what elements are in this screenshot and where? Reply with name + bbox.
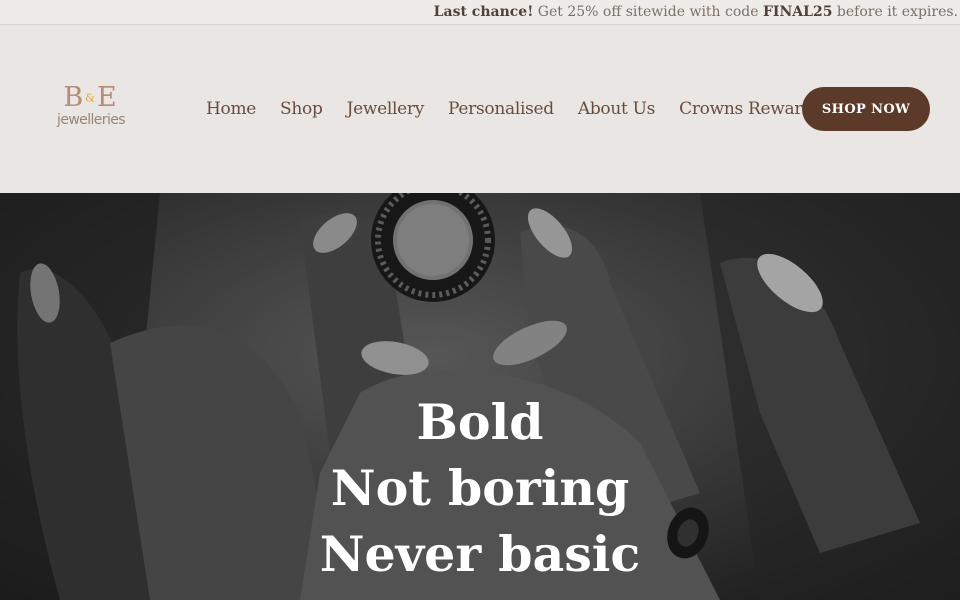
nav-about-us[interactable]: About Us bbox=[578, 95, 656, 125]
logo-letter-b: B bbox=[63, 82, 86, 113]
announcement-bar: Last chance! Get 25% off sitewide with c… bbox=[0, 0, 960, 25]
announcement-text: Get 25% off sitewide with code bbox=[533, 4, 763, 20]
logo-letter-e: E bbox=[96, 82, 119, 113]
nav-crowns-rewards[interactable]: Crowns Rewards bbox=[679, 95, 821, 125]
announcement-text-end: before it expires. bbox=[832, 4, 958, 20]
shop-now-button[interactable]: SHOP NOW bbox=[802, 87, 930, 131]
nav-home[interactable]: Home bbox=[206, 95, 256, 125]
announcement-lead: Last chance! bbox=[433, 4, 534, 20]
brand-logo[interactable]: B&E jewelleries bbox=[48, 82, 134, 134]
nav-shop[interactable]: Shop bbox=[280, 95, 323, 125]
hero-line-3: Never basic bbox=[319, 525, 641, 583]
hero-banner: Bold Not boring Never basic bbox=[0, 193, 960, 600]
logo-ampersand: & bbox=[85, 91, 97, 105]
nav-personalised[interactable]: Personalised bbox=[448, 95, 554, 125]
hero-line-2: Not boring bbox=[330, 459, 630, 517]
logo-monogram: B&E bbox=[48, 82, 134, 114]
hero-headline: Bold Not boring Never basic bbox=[0, 389, 960, 587]
main-nav: Home Shop Jewellery Personalised About U… bbox=[194, 95, 833, 125]
nav-jewellery[interactable]: Jewellery bbox=[347, 95, 425, 125]
site-header: B&E jewelleries Home Shop Jewellery Pers… bbox=[0, 25, 960, 193]
logo-wordmark: jewelleries bbox=[57, 112, 126, 128]
hero-line-1: Bold bbox=[416, 393, 544, 451]
promo-code: FINAL25 bbox=[762, 4, 833, 20]
